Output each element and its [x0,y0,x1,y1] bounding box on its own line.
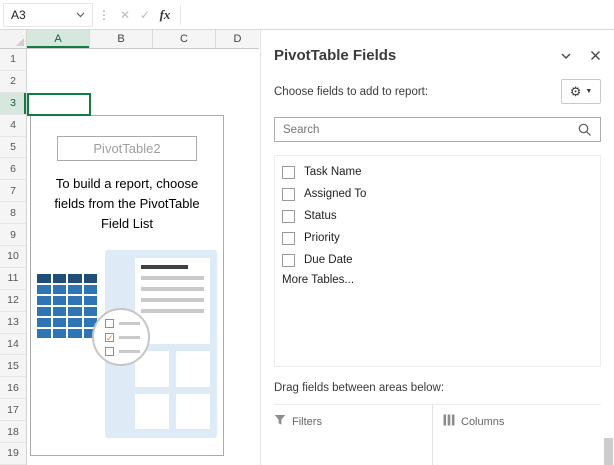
gear-icon: ⚙ [570,85,582,98]
chevron-down-icon [76,12,85,18]
field-label: Assigned To [304,188,366,200]
field-label: Priority [304,232,340,244]
pivot-table-icon [37,274,97,338]
row-header-10[interactable]: 10 [0,246,26,268]
field-item-due-date[interactable]: Due Date [275,249,600,271]
row-header-3[interactable]: 3 [0,93,26,115]
field-label: Task Name [304,166,362,178]
field-list: Task Name Assigned To Status Priority Due Da… [274,155,601,367]
checkbox-icon [105,319,114,328]
column-header-b[interactable]: B [90,30,153,48]
sheet-body: 12345678910111213141516171819 PivotTable… [0,49,259,465]
placeholder-graphic: ✓ [31,248,223,438]
row-header-9[interactable]: 9 [0,224,26,246]
field-item-assigned-to[interactable]: Assigned To [275,183,600,205]
row-header-4[interactable]: 4 [0,115,26,137]
pivottable-placeholder: PivotTable2 To build a report, choose fi… [30,115,224,456]
divider [180,5,181,25]
search-icon[interactable] [578,123,592,137]
columns-area-label: Columns [461,416,504,428]
row-header-14[interactable]: 14 [0,334,26,356]
formula-bar: A3 ⋮ ✕ ✓ fx [0,0,614,30]
row-header-2[interactable]: 2 [0,71,26,93]
enter-icon[interactable]: ✓ [135,8,155,22]
field-list-illustration: ✓ [105,250,217,438]
insert-function-icon[interactable]: fx [155,7,175,23]
row-header-5[interactable]: 5 [0,137,26,159]
columns-area[interactable]: Columns [432,405,601,465]
checkbox-icon[interactable] [282,188,295,201]
select-all-corner[interactable] [0,30,27,48]
cells-area[interactable]: PivotTable2 To build a report, choose fi… [27,49,259,465]
row-header-15[interactable]: 15 [0,355,26,377]
search-box [274,117,601,142]
row-header-12[interactable]: 12 [0,290,26,312]
pane-title: PivotTable Fields [274,47,396,64]
chevron-down-icon: ▼ [585,88,592,95]
row-header-17[interactable]: 17 [0,399,26,421]
cancel-icon[interactable]: ✕ [115,8,135,22]
selected-cell[interactable] [27,93,91,116]
field-list-items: Task Name Assigned To Status Priority Due Da… [275,161,600,271]
row-header-19[interactable]: 19 [0,443,26,465]
placeholder-message: To build a report, choose fields from th… [31,174,223,234]
name-box-value: A3 [11,8,26,22]
layout-areas-icon [135,351,210,429]
field-item-priority[interactable]: Priority [275,227,600,249]
column-header-c[interactable]: C [153,30,216,48]
row-headers: 12345678910111213141516171819 [0,49,27,465]
magnifier-icon: ✓ [92,308,150,366]
close-icon[interactable] [590,50,601,61]
row-header-6[interactable]: 6 [0,158,26,180]
column-header-d[interactable]: D [216,30,259,48]
column-header-a[interactable]: A [27,30,90,48]
choose-fields-label: Choose fields to add to report: [274,86,428,98]
row-header-11[interactable]: 11 [0,268,26,290]
checkbox-icon[interactable] [282,254,295,267]
placeholder-message-line: To build a report, choose [31,174,223,194]
row-header-8[interactable]: 8 [0,202,26,224]
filter-icon [274,414,286,429]
checkbox-icon[interactable] [282,210,295,223]
drop-areas: Filters Columns [274,404,601,465]
row-header-1[interactable]: 1 [0,49,26,71]
separator-dots-icon: ⋮ [93,8,115,22]
formula-input[interactable] [186,0,614,29]
search-input[interactable] [275,124,578,136]
more-tables-link[interactable]: More Tables... [275,274,600,286]
row-header-13[interactable]: 13 [0,312,26,334]
checkbox-icon [105,347,114,356]
row-header-18[interactable]: 18 [0,421,26,443]
field-label: Status [304,210,337,222]
field-item-status[interactable]: Status [275,205,600,227]
row-header-7[interactable]: 7 [0,180,26,202]
name-box[interactable]: A3 [3,3,93,27]
column-headers: A B C D [0,30,259,49]
placeholder-message-line: fields from the PivotTable [31,194,223,214]
checkbox-icon[interactable] [282,166,295,179]
scrollbar-thumb[interactable] [604,438,613,465]
filters-area[interactable]: Filters [274,405,432,465]
chevron-down-icon[interactable] [560,50,572,62]
checkbox-checked-icon: ✓ [105,333,114,342]
pane-header: PivotTable Fields [274,47,601,64]
drag-fields-label: Drag fields between areas below: [274,382,601,394]
checkbox-icon[interactable] [282,232,295,245]
tools-button[interactable]: ⚙ ▼ [561,79,601,104]
pivottable-fields-pane: PivotTable Fields Choose fields to add t… [260,30,614,465]
columns-icon [443,414,455,429]
pivottable-name-box: PivotTable2 [57,136,197,161]
placeholder-message-line: Field List [31,214,223,234]
subtitle-row: Choose fields to add to report: ⚙ ▼ [274,79,601,104]
row-header-16[interactable]: 16 [0,377,26,399]
field-item-task-name[interactable]: Task Name [275,161,600,183]
worksheet: A B C D 12345678910111213141516171819 Pi… [0,30,259,465]
filters-area-label: Filters [292,416,322,428]
field-label: Due Date [304,254,353,266]
